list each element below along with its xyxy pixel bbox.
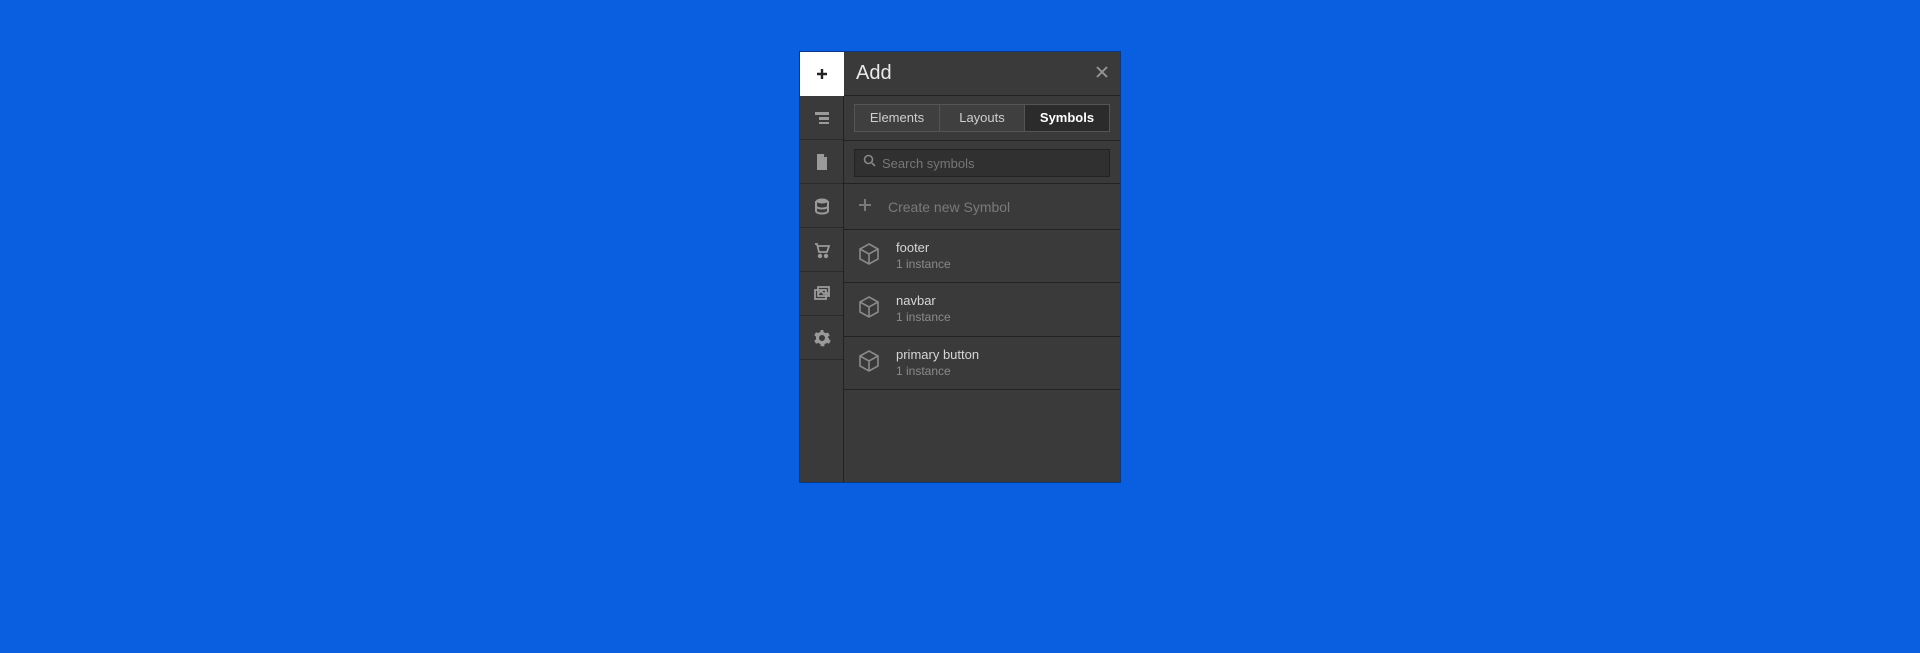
cart-icon xyxy=(813,241,831,259)
close-button[interactable] xyxy=(1096,66,1108,82)
symbol-meta: 1 instance xyxy=(896,310,951,326)
page-icon xyxy=(813,153,831,171)
database-icon xyxy=(813,197,831,215)
search-row xyxy=(844,141,1120,184)
search-input[interactable] xyxy=(882,156,1101,171)
panel-header: Add xyxy=(844,52,1120,96)
tab-elements[interactable]: Elements xyxy=(855,105,940,131)
images-icon xyxy=(813,285,831,303)
symbol-name: navbar xyxy=(896,293,951,310)
symbol-name: footer xyxy=(896,240,951,257)
left-iconbar xyxy=(800,52,844,482)
navigator-icon xyxy=(813,109,831,127)
symbol-item-texts: navbar 1 instance xyxy=(896,293,951,325)
symbol-item[interactable]: navbar 1 instance xyxy=(844,283,1120,336)
symbol-meta: 1 instance xyxy=(896,364,979,380)
iconbar-pages[interactable] xyxy=(800,140,844,184)
iconbar-ecommerce[interactable] xyxy=(800,228,844,272)
tab-layouts[interactable]: Layouts xyxy=(940,105,1025,131)
cube-icon xyxy=(856,241,882,272)
create-symbol-label: Create new Symbol xyxy=(888,199,1010,215)
plus-icon xyxy=(858,198,872,215)
plus-icon xyxy=(814,66,830,82)
cube-icon xyxy=(856,348,882,379)
tab-symbols[interactable]: Symbols xyxy=(1025,105,1109,131)
cube-icon xyxy=(856,294,882,325)
symbol-meta: 1 instance xyxy=(896,257,951,273)
symbol-item-texts: primary button 1 instance xyxy=(896,347,979,379)
symbol-list: footer 1 instance navbar 1 instance xyxy=(844,230,1120,390)
iconbar-assets[interactable] xyxy=(800,272,844,316)
iconbar-settings[interactable] xyxy=(800,316,844,360)
symbol-name: primary button xyxy=(896,347,979,364)
gear-icon xyxy=(813,329,831,347)
tabs-row: Elements Layouts Symbols xyxy=(844,96,1120,141)
close-icon xyxy=(1096,65,1108,82)
add-panel-window: Add Elements Layouts Symbols xyxy=(800,52,1120,482)
symbol-item-texts: footer 1 instance xyxy=(896,240,951,272)
add-panel: Add Elements Layouts Symbols xyxy=(844,52,1120,482)
iconbar-navigator[interactable] xyxy=(800,96,844,140)
panel-title: Add xyxy=(856,62,892,85)
symbol-item[interactable]: footer 1 instance xyxy=(844,230,1120,283)
symbol-item[interactable]: primary button 1 instance xyxy=(844,337,1120,390)
create-symbol-button[interactable]: Create new Symbol xyxy=(844,184,1120,230)
search-icon xyxy=(863,154,882,172)
tabs: Elements Layouts Symbols xyxy=(854,104,1110,132)
iconbar-add[interactable] xyxy=(800,52,844,96)
iconbar-cms[interactable] xyxy=(800,184,844,228)
search-box[interactable] xyxy=(854,149,1110,177)
